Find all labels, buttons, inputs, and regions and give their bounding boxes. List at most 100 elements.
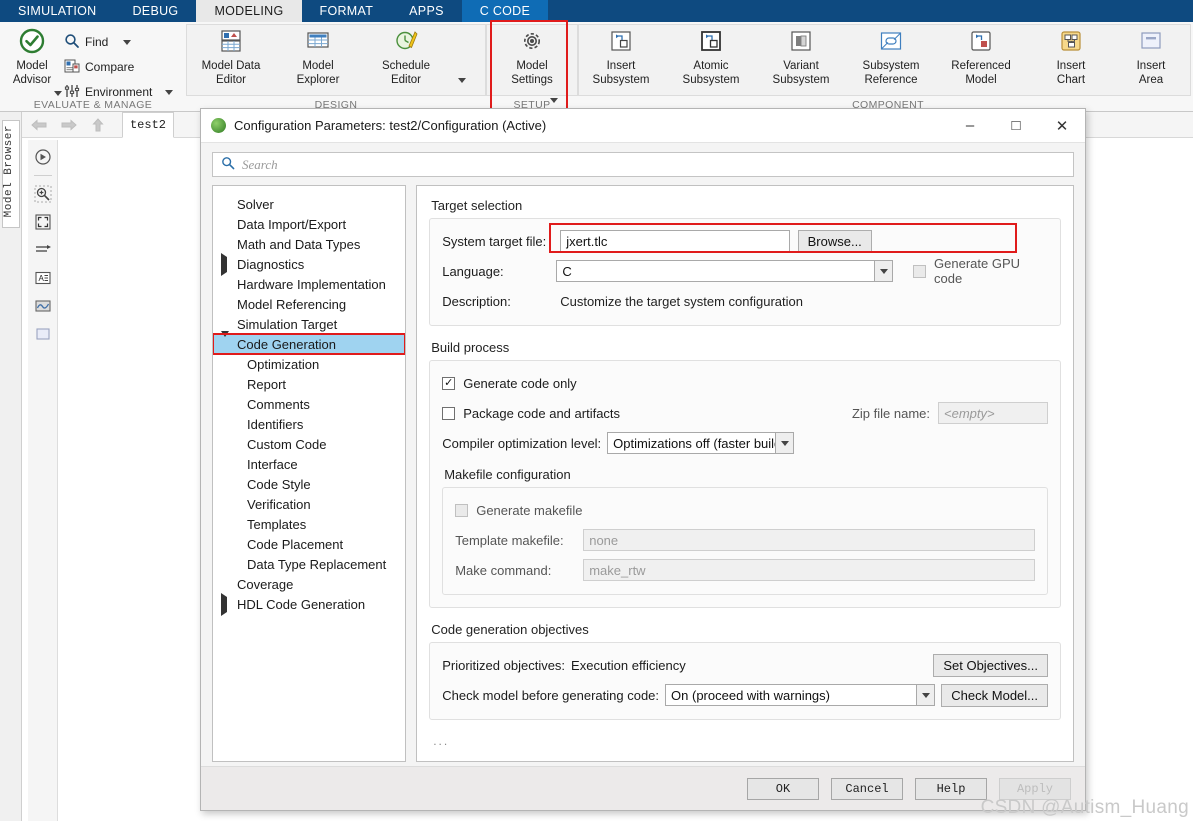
model-data-editor-button[interactable]: Model Data Editor (191, 26, 271, 87)
compare-button[interactable]: Compare (64, 55, 134, 79)
design-overflow-chevron-down-icon[interactable] (458, 78, 466, 83)
generate-makefile-checkbox[interactable] (455, 503, 469, 517)
model-settings-button[interactable]: Model Settings (492, 26, 572, 87)
subsystem-reference-label: Subsystem Reference (862, 60, 920, 86)
up-arrow-icon[interactable] (90, 117, 108, 133)
template-makefile-label: Template makefile: (455, 532, 564, 548)
tab-debug[interactable]: DEBUG (114, 0, 196, 22)
find-chevron-down-icon[interactable] (123, 39, 132, 45)
tab-format[interactable]: FORMAT (302, 0, 392, 22)
tree-item-custom-code[interactable]: Custom Code (213, 434, 405, 454)
zip-file-name-input[interactable]: <empty> (938, 402, 1048, 424)
tree-item-simulation-target[interactable]: Simulation Target (213, 314, 405, 334)
chevron-right-icon[interactable] (221, 252, 227, 276)
environment-chevron-down-icon[interactable] (165, 89, 174, 95)
insert-subsystem-button[interactable]: Insert Subsystem (581, 26, 661, 87)
generate-code-only-checkbox[interactable]: ✓ (442, 376, 456, 390)
maximize-button[interactable]: □ (993, 109, 1039, 143)
compiler-optimization-row: Compiler optimization level: Optimizatio… (442, 431, 1048, 455)
check-model-button[interactable]: Check Model... (941, 683, 1048, 707)
signal-lines-icon[interactable] (32, 239, 54, 261)
settings-tree[interactable]: Solver Data Import/Export Math and Data … (212, 185, 407, 762)
tree-item-diagnostics[interactable]: Diagnostics (213, 252, 405, 276)
tree-item-templates[interactable]: Templates (213, 514, 405, 534)
tree-item-code-generation[interactable]: Code Generation (213, 330, 406, 354)
search-input[interactable]: Search (212, 152, 1074, 177)
tree-item-solver[interactable]: Solver (213, 194, 405, 214)
tree-item-code-style[interactable]: Code Style (213, 474, 405, 494)
referenced-model-button[interactable]: Referenced Model (941, 26, 1021, 87)
insert-area-button[interactable]: Insert Area (1111, 26, 1191, 87)
tree-item-label: Comments (247, 396, 310, 412)
tree-item-label: Model Referencing (237, 296, 347, 312)
chevron-down-icon[interactable] (916, 685, 935, 705)
compiler-optimization-select[interactable]: Optimizations off (faster builds) (607, 432, 795, 454)
schedule-editor-button[interactable]: Schedule Editor (366, 26, 446, 87)
dialog-body: Solver Data Import/Export Math and Data … (201, 185, 1085, 762)
insert-chart-button[interactable]: Insert Chart (1031, 26, 1111, 87)
minimize-button[interactable]: – (947, 109, 993, 143)
tree-item-code-placement[interactable]: Code Placement (213, 534, 405, 554)
tree-item-label: Report (247, 376, 287, 392)
zoom-in-icon[interactable] (32, 183, 54, 205)
run-step-icon[interactable] (32, 146, 54, 168)
more-options-ellipsis[interactable]: ... (433, 734, 1061, 748)
tree-item-data-type-replacement[interactable]: Data Type Replacement (213, 554, 405, 574)
chevron-down-icon[interactable] (775, 433, 794, 453)
annotation-icon[interactable]: A (32, 267, 54, 289)
tree-item-hdl-code-generation[interactable]: HDL Code Generation (213, 592, 405, 616)
ok-button[interactable]: OK (747, 777, 819, 800)
help-button[interactable]: Help (915, 777, 987, 800)
tab-c-code[interactable]: C CODE (461, 0, 549, 22)
make-command-input[interactable]: make_rtw (583, 559, 1035, 581)
tree-item-optimization[interactable]: Optimization (213, 354, 405, 374)
model-advisor-chevron-down-icon[interactable] (54, 91, 62, 96)
tab-simulation[interactable]: SIMULATION (0, 0, 114, 22)
tree-item-interface[interactable]: Interface (213, 454, 405, 474)
tree-item-data-import-export[interactable]: Data Import/Export (213, 214, 405, 234)
variant-subsystem-button[interactable]: Variant Subsystem (761, 26, 841, 87)
tree-item-hardware-implementation[interactable]: Hardware Implementation (213, 274, 405, 294)
chevron-down-icon[interactable] (874, 261, 893, 281)
area-block-icon[interactable] (32, 323, 54, 345)
tree-item-math-and-data-types[interactable]: Math and Data Types (213, 234, 405, 254)
back-arrow-icon[interactable] (30, 117, 48, 133)
tree-item-verification[interactable]: Verification (213, 494, 405, 514)
model-explorer-button[interactable]: Model Explorer (278, 26, 358, 87)
tree-item-identifiers[interactable]: Identifiers (213, 414, 405, 434)
fit-to-view-icon[interactable] (32, 211, 54, 233)
cancel-button[interactable]: Cancel (831, 777, 903, 800)
browse-button[interactable]: Browse... (797, 229, 872, 253)
model-advisor-button[interactable]: Model Advisor (4, 26, 60, 87)
svg-text:A: A (38, 274, 44, 283)
language-row: Language: C Generate GPU code (442, 256, 1048, 286)
system-target-file-input[interactable]: jxert.tlc (560, 230, 790, 252)
subsystem-reference-button[interactable]: Subsystem Reference (851, 26, 931, 87)
tab-modeling[interactable]: MODELING (196, 0, 302, 22)
tree-item-comments[interactable]: Comments (213, 394, 405, 414)
model-browser-tab[interactable]: Model Browser (2, 120, 20, 228)
tree-item-model-referencing[interactable]: Model Referencing (213, 294, 405, 314)
system-target-file-row: System target file: jxert.tlc Browse... (442, 229, 1048, 253)
apply-button[interactable]: Apply (999, 777, 1071, 800)
tree-item-label: Interface (247, 456, 298, 472)
find-button[interactable]: Find (64, 30, 132, 54)
model-tab-test2[interactable]: test2 (122, 112, 174, 138)
ribbon-tab-bar: SIMULATION DEBUG MODELING FORMAT APPS C … (0, 0, 1193, 22)
scope-icon[interactable] (32, 295, 54, 317)
tab-apps[interactable]: APPS (391, 0, 462, 22)
template-makefile-input[interactable]: none (583, 529, 1035, 551)
set-objectives-button[interactable]: Set Objectives... (933, 653, 1048, 677)
close-button[interactable]: ✕ (1039, 109, 1085, 143)
forward-arrow-icon[interactable] (60, 117, 78, 133)
chevron-down-icon[interactable] (221, 330, 229, 352)
atomic-subsystem-button[interactable]: Atomic Subsystem (671, 26, 751, 87)
chevron-right-icon[interactable] (221, 592, 227, 616)
language-select[interactable]: C (556, 260, 894, 282)
compare-icon (64, 58, 80, 77)
check-model-select[interactable]: On (proceed with warnings) (665, 684, 936, 706)
package-code-checkbox[interactable] (442, 406, 456, 420)
tree-item-coverage[interactable]: Coverage (213, 574, 405, 594)
generate-gpu-code-checkbox[interactable] (913, 264, 927, 278)
tree-item-report[interactable]: Report (213, 374, 405, 394)
